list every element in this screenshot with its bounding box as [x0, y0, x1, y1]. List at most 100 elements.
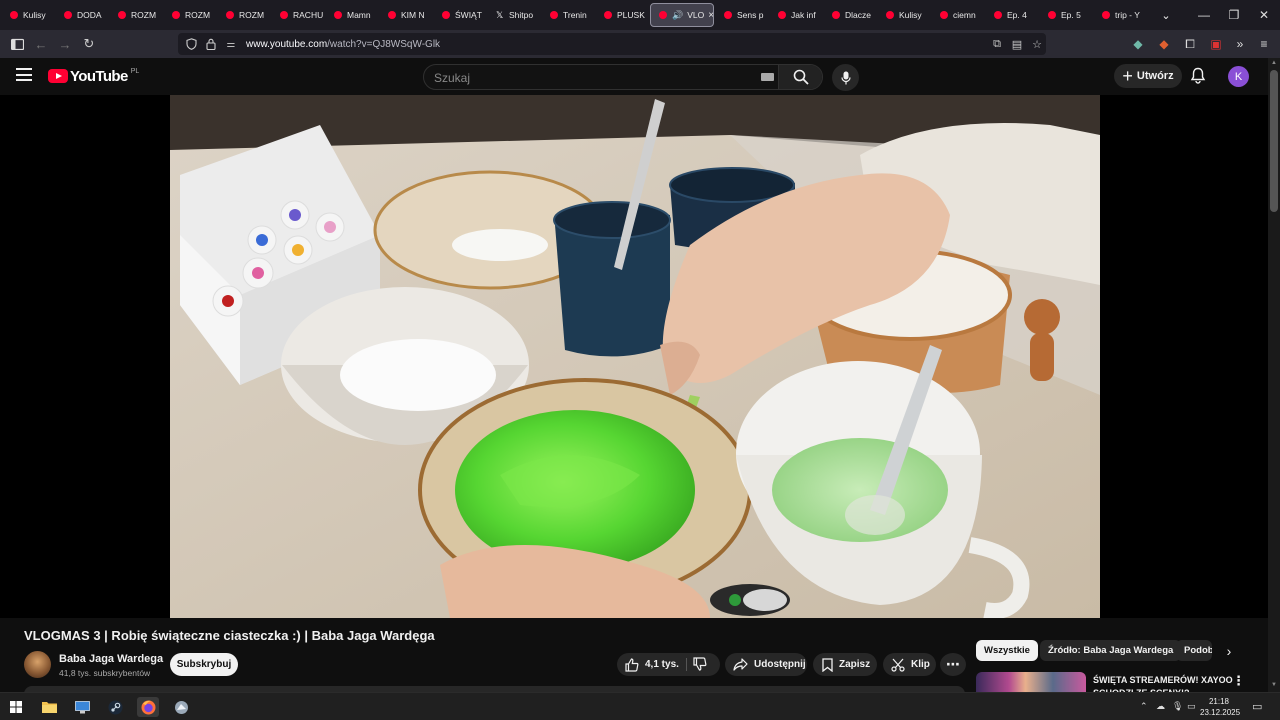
create-button[interactable]: + Utwórz	[1114, 64, 1182, 88]
steam-icon[interactable]	[104, 697, 126, 717]
permissions-icon[interactable]: ⚌	[224, 37, 238, 51]
scissors-icon	[891, 658, 905, 672]
system-clock[interactable]: 21:18 23.12.2025	[1200, 696, 1241, 718]
browser-tab[interactable]: ROZM	[110, 3, 162, 27]
create-label: Utwórz	[1136, 70, 1174, 82]
chip-related[interactable]: Podob	[1176, 640, 1212, 661]
picture-in-picture-icon[interactable]: ⧉	[990, 37, 1004, 51]
tab-label: ROZM	[131, 10, 157, 20]
recommended-title[interactable]: ŚWIĘTA STREAMERÓW! XAYOO SCHODZI ZE SCEN…	[1093, 674, 1233, 692]
notifications-bell-icon[interactable]	[1190, 67, 1208, 85]
speaker-icon[interactable]: 🔊	[672, 10, 683, 21]
vpn-extension-icon[interactable]: ◆	[1130, 36, 1146, 52]
file-explorer-icon[interactable]	[38, 697, 60, 717]
browser-tab[interactable]: Trenin	[542, 3, 594, 27]
browser-tab[interactable]: 𝕏 Shitpo	[488, 3, 540, 27]
video-player[interactable]	[0, 95, 1268, 618]
close-tab-icon[interactable]: ×	[708, 10, 713, 21]
save-button[interactable]: Zapisz	[813, 653, 877, 676]
extensions-puzzle-icon[interactable]: ⧠	[1182, 36, 1198, 52]
scroll-up-icon[interactable]: ▲	[1270, 60, 1278, 66]
voice-search-button[interactable]	[832, 64, 859, 91]
remote-desktop-icon[interactable]	[71, 697, 93, 717]
browser-tab[interactable]: Ep. 4	[986, 3, 1038, 27]
scrollbar-thumb[interactable]	[1270, 70, 1278, 212]
tab-label: PLUSK	[617, 10, 645, 20]
forward-icon[interactable]: →	[56, 35, 74, 53]
fox-extension-icon[interactable]: ◆	[1156, 36, 1172, 52]
browser-tab[interactable]: ciemn	[932, 3, 984, 27]
clock-date: 23.12.2025	[1200, 708, 1241, 717]
browser-tab[interactable]: KIM N	[380, 3, 432, 27]
list-all-tabs-icon[interactable]: ⌄	[1154, 9, 1178, 22]
microphone-tray-icon[interactable]: 🎙	[1172, 701, 1183, 712]
browser-tab[interactable]: Jak inf	[770, 3, 822, 27]
clip-button[interactable]: Klip	[883, 653, 936, 676]
like-button[interactable]: 4,1 tys.	[625, 657, 679, 672]
share-button[interactable]: Udostępnij	[725, 653, 807, 676]
clock-time: 21:18	[1208, 697, 1230, 706]
reader-view-icon[interactable]: ▤	[1010, 37, 1024, 51]
reload-icon[interactable]: ↻	[80, 35, 98, 53]
more-actions-icon[interactable]: ⋯	[940, 653, 966, 676]
firefox-icon[interactable]	[137, 697, 159, 717]
app-icon[interactable]	[170, 697, 192, 717]
recommended-more-icon[interactable]: ⋮	[1232, 673, 1245, 689]
chip-source-channel[interactable]: Źródło: Baba Jaga Wardega	[1040, 640, 1182, 661]
browser-tab[interactable]: DODA	[56, 3, 108, 27]
back-icon[interactable]: ←	[32, 35, 50, 53]
scroll-down-icon[interactable]: ▼	[1270, 682, 1278, 688]
browser-tab-active[interactable]: 🔊 VLO ×	[650, 3, 714, 27]
app-menu-icon[interactable]: ≡	[1256, 36, 1272, 52]
browser-tab[interactable]: PLUSK	[596, 3, 648, 27]
browser-tab[interactable]: Mamn	[326, 3, 378, 27]
minimize-icon[interactable]: —	[1188, 0, 1220, 30]
tab-label: Ep. 5	[1061, 10, 1081, 20]
browser-tab[interactable]: RACHU	[272, 3, 324, 27]
subscribe-button[interactable]: Subskrybuj	[170, 653, 238, 676]
browser-tab[interactable]: trip - Y	[1094, 3, 1146, 27]
bookmark-star-icon[interactable]: ☆	[1030, 37, 1044, 51]
browser-tab[interactable]: Kulisy	[878, 3, 930, 27]
shield-icon[interactable]	[184, 37, 198, 51]
youtube-logo[interactable]: YouTube PL	[48, 68, 139, 85]
youtube-favicon-icon	[778, 11, 786, 19]
recommended-thumbnail[interactable]	[976, 672, 1086, 692]
address-bar[interactable]: ⚌ www.youtube.com/watch?v=QJ8WSqW-Glk ⧉ …	[178, 33, 1046, 55]
browser-tab[interactable]: Ep. 5	[1040, 3, 1092, 27]
search-button[interactable]	[778, 65, 822, 89]
notifications-icon[interactable]: ▭	[1252, 700, 1262, 713]
start-windows-icon[interactable]	[5, 697, 27, 717]
search-input[interactable]	[434, 69, 754, 86]
browser-tab[interactable]: Kulisy	[2, 3, 54, 27]
keyboard-icon[interactable]	[761, 73, 774, 81]
page-scrollbar[interactable]: ▲ ▼	[1268, 58, 1280, 692]
sidebar-toggle-icon[interactable]	[8, 35, 26, 53]
youtube-favicon-icon	[1102, 11, 1110, 19]
browser-tab[interactable]: ROZM	[218, 3, 270, 27]
channel-name[interactable]: Baba Jaga Wardega	[59, 653, 163, 665]
youtube-favicon-icon	[994, 11, 1002, 19]
chip-all[interactable]: Wszystkie	[976, 640, 1038, 661]
browser-tab[interactable]: Dlacze	[824, 3, 876, 27]
video-frame[interactable]	[170, 95, 1100, 618]
channel-avatar[interactable]	[24, 651, 51, 678]
video-title: VLOGMAS 3 | Robię świąteczne ciasteczka …	[24, 628, 435, 643]
network-icon[interactable]: ▭	[1187, 701, 1196, 712]
youtube-favicon-icon	[64, 11, 72, 19]
browser-tab[interactable]: ŚWIĄT	[434, 3, 486, 27]
restore-icon[interactable]: ❐	[1218, 0, 1250, 30]
youtube-favicon-icon	[604, 11, 612, 19]
onedrive-icon[interactable]: ☁	[1156, 701, 1165, 712]
show-hidden-icons-icon[interactable]: ⌃	[1140, 701, 1148, 712]
overflow-menu-icon[interactable]: »	[1232, 36, 1248, 52]
guide-menu-icon[interactable]	[16, 68, 32, 82]
account-avatar[interactable]: K	[1228, 66, 1249, 87]
dislike-button[interactable]	[693, 657, 709, 672]
chevron-right-icon[interactable]: ›	[1218, 640, 1240, 661]
close-window-icon[interactable]: ✕	[1248, 0, 1280, 30]
browser-tab[interactable]: Sens p	[716, 3, 768, 27]
lock-icon[interactable]	[204, 37, 218, 51]
browser-tab[interactable]: ROZM	[164, 3, 216, 27]
adblock-extension-icon[interactable]: ▣	[1208, 36, 1224, 52]
